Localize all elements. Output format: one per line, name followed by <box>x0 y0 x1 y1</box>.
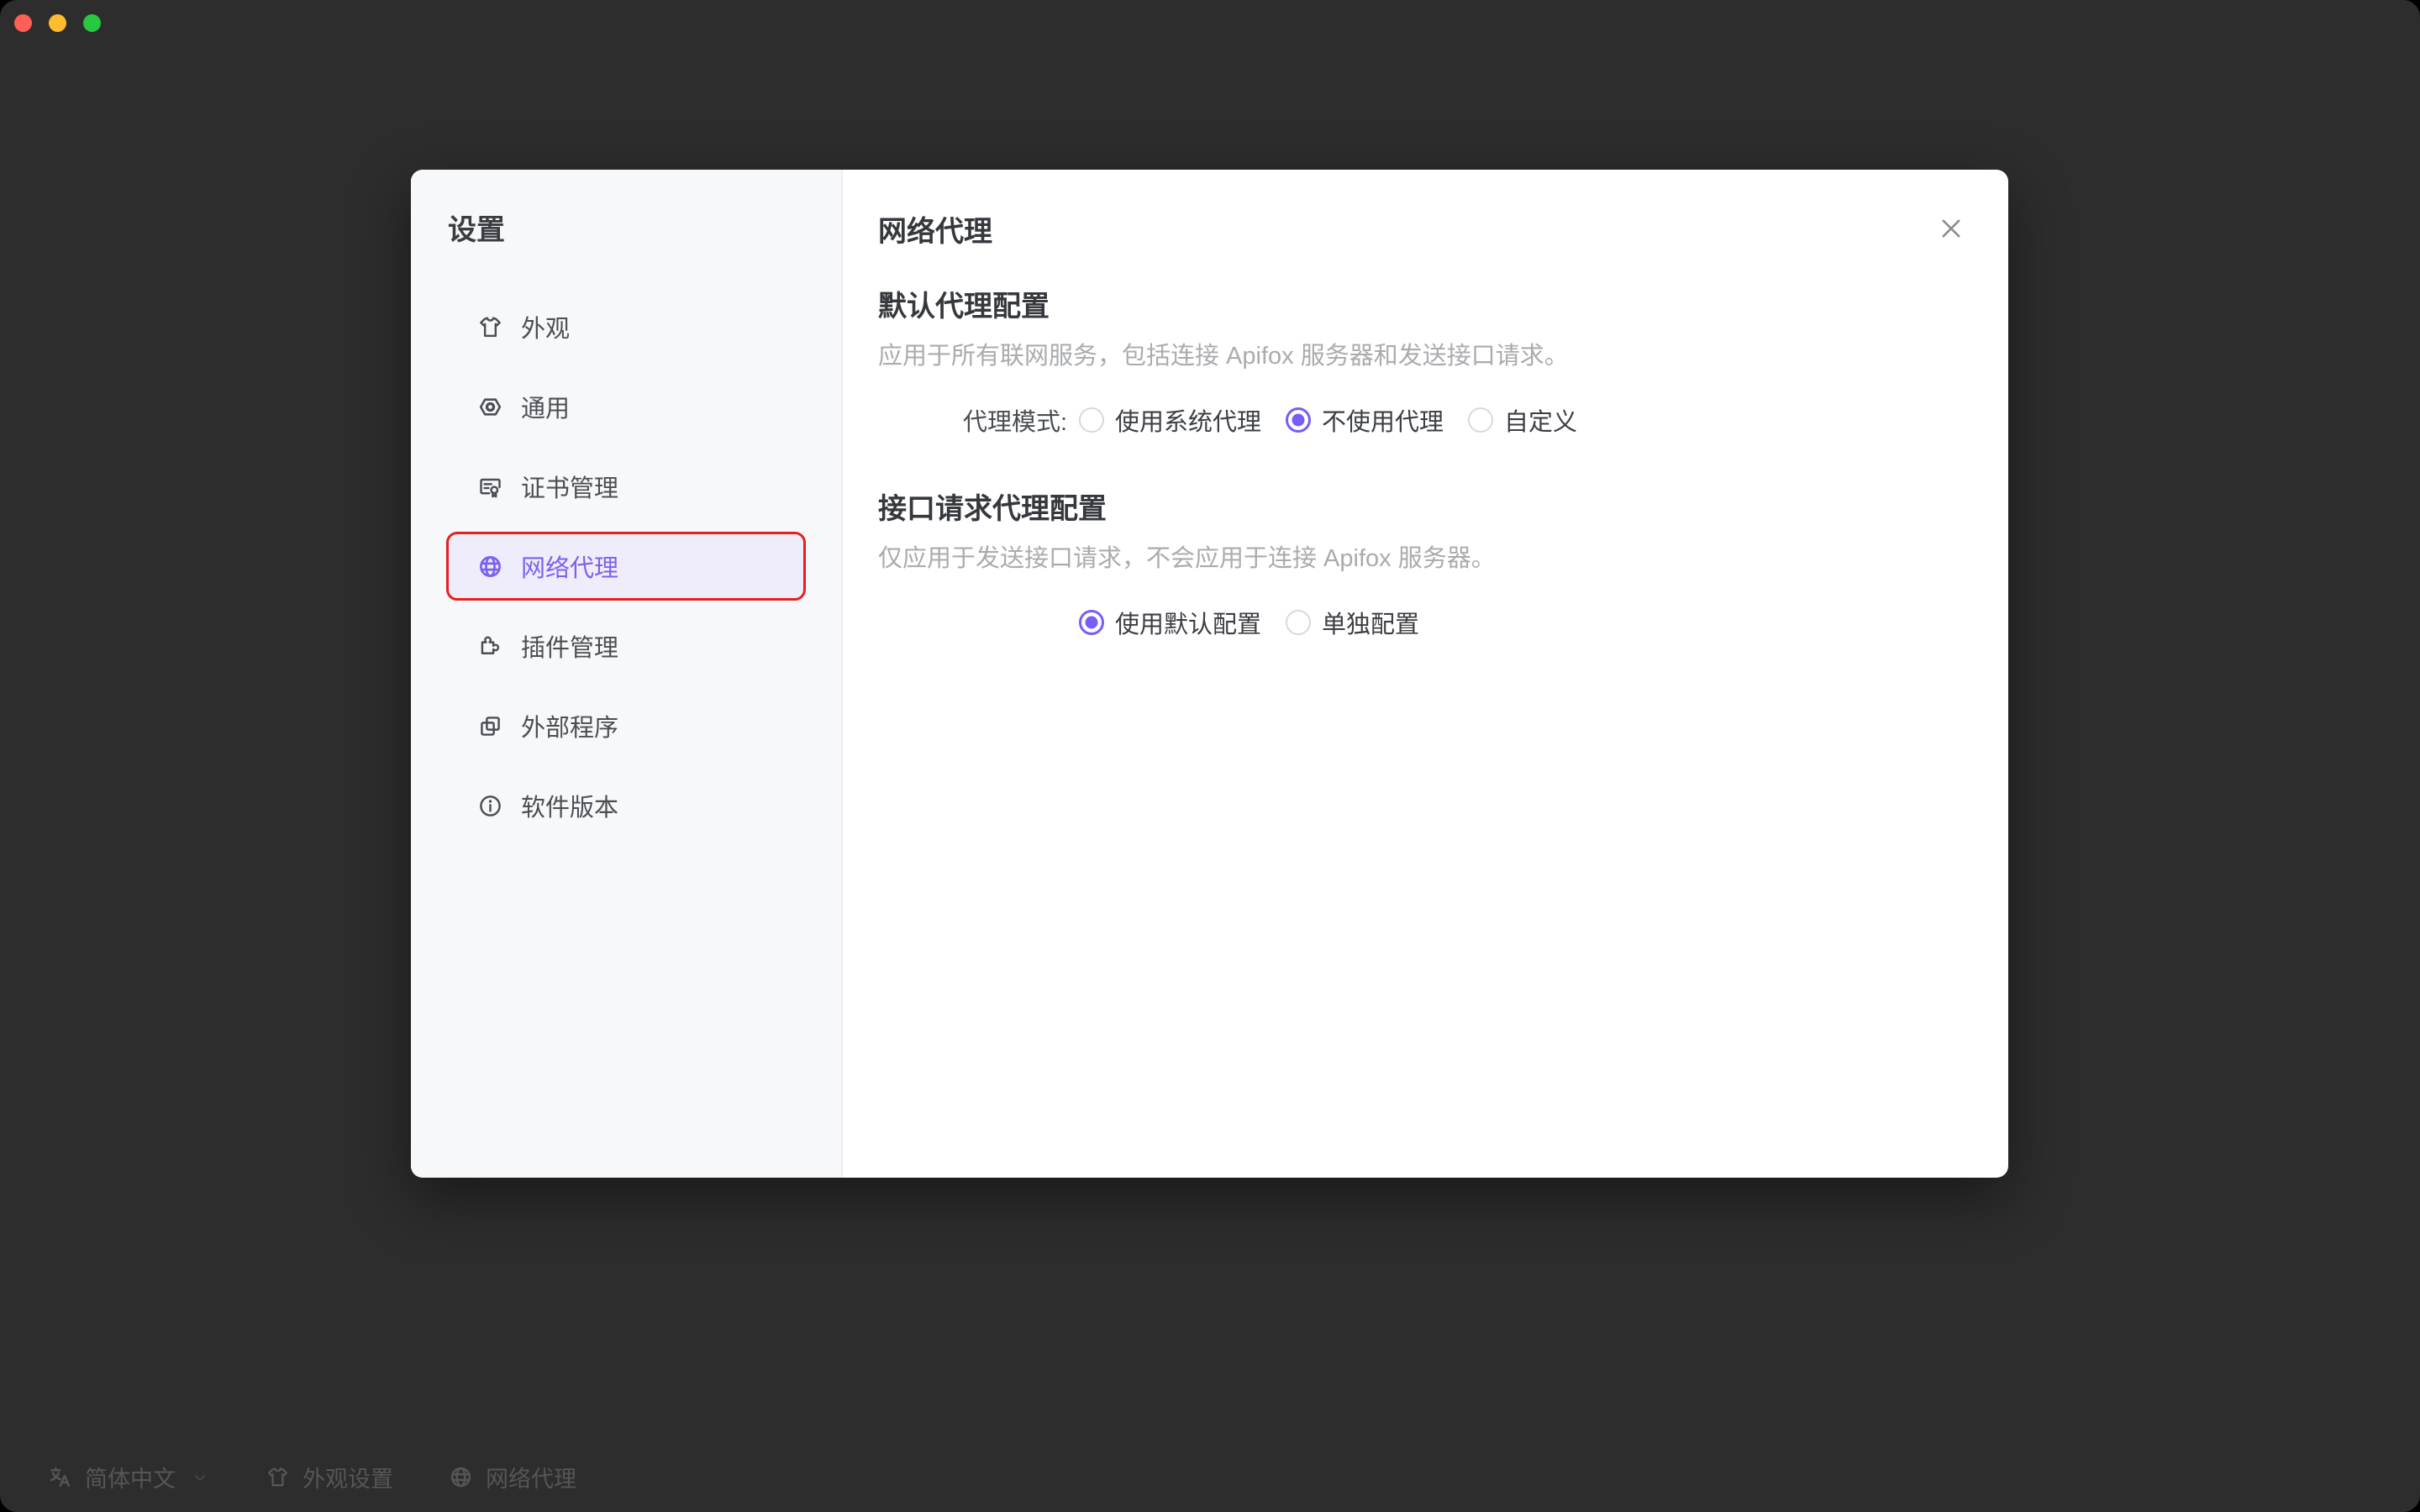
certificate-icon <box>477 474 503 500</box>
section-title: 接口请求代理配置 <box>878 486 1968 527</box>
info-circle-icon <box>477 793 503 819</box>
request-proxy-section: 接口请求代理配置 仅应用于发送接口请求，不会应用于连接 Apifox 服务器。 … <box>878 486 1968 641</box>
translate-icon <box>48 1465 72 1489</box>
sidebar-item-general[interactable]: 通用 <box>449 375 803 438</box>
globe-icon <box>477 554 503 580</box>
settings-dialog: 设置 外观 通用 证书管理 网络代理 <box>411 170 2008 1178</box>
close-dialog-button[interactable] <box>1934 212 1968 245</box>
puzzle-icon <box>477 633 503 659</box>
settings-title: 设置 <box>448 207 803 248</box>
tshirt-icon <box>477 314 503 340</box>
radio-custom-proxy[interactable]: 自定义 <box>1468 402 1577 438</box>
overlap-squares-icon <box>477 713 503 739</box>
section-description: 仅应用于发送接口请求，不会应用于连接 Apifox 服务器。 <box>878 542 1968 575</box>
window-controls <box>14 14 101 32</box>
radio-use-default-config[interactable]: 使用默认配置 <box>1079 605 1261 640</box>
section-description: 应用于所有联网服务，包括连接 Apifox 服务器和发送接口请求。 <box>878 339 1968 373</box>
radio-icon <box>1286 610 1311 635</box>
sidebar-item-label: 外部程序 <box>521 708 618 743</box>
sidebar-item-software-version[interactable]: 软件版本 <box>449 774 803 837</box>
sidebar-item-label: 证书管理 <box>521 469 618 504</box>
sidebar-item-label: 网络代理 <box>521 549 618 584</box>
sidebar-item-label: 软件版本 <box>521 788 618 823</box>
page-title: 网络代理 <box>878 205 1968 249</box>
settings-sidebar: 设置 外观 通用 证书管理 网络代理 <box>411 170 843 1178</box>
nut-icon <box>477 394 503 420</box>
sidebar-item-network-proxy[interactable]: 网络代理 <box>449 534 803 598</box>
footer-language-label: 简体中文 <box>85 1461 176 1494</box>
sidebar-item-label: 插件管理 <box>521 628 618 664</box>
proxy-mode-label: 代理模式: <box>878 402 1067 438</box>
sidebar-item-plugins[interactable]: 插件管理 <box>449 614 803 678</box>
footer-network-proxy[interactable]: 网络代理 <box>449 1461 576 1494</box>
radio-icon <box>1286 407 1311 433</box>
sidebar-item-label: 外观 <box>521 309 570 344</box>
sidebar-item-certificates[interactable]: 证书管理 <box>449 454 803 518</box>
sidebar-item-label: 通用 <box>521 389 570 424</box>
radio-separate-config[interactable]: 单独配置 <box>1286 605 1419 640</box>
close-icon <box>1937 214 1965 243</box>
footer-quickbar: 简体中文 外观设置 网络代理 <box>48 1461 576 1494</box>
footer-appearance-settings[interactable]: 外观设置 <box>266 1461 393 1494</box>
radio-icon <box>1468 407 1493 433</box>
app-window: 设置 外观 通用 证书管理 网络代理 <box>0 0 2420 1512</box>
settings-content: 网络代理 默认代理配置 应用于所有联网服务，包括连接 Apifox 服务器和发送… <box>843 170 2008 1178</box>
radio-use-system-proxy[interactable]: 使用系统代理 <box>1079 402 1261 438</box>
sidebar-item-appearance[interactable]: 外观 <box>449 295 803 359</box>
proxy-mode-radio-group: 使用系统代理 不使用代理 自定义 <box>1079 402 1577 438</box>
chevron-down-icon <box>190 1467 210 1488</box>
proxy-mode-row: 代理模式: 使用系统代理 不使用代理 自定义 <box>878 402 1968 438</box>
section-title: 默认代理配置 <box>878 283 1968 324</box>
radio-icon <box>1079 407 1104 433</box>
minimize-window-button[interactable] <box>49 14 66 32</box>
tshirt-icon <box>266 1465 290 1489</box>
request-proxy-radio-group: 使用默认配置 单独配置 <box>1079 605 1419 640</box>
zoom-window-button[interactable] <box>83 14 101 32</box>
globe-icon <box>449 1465 473 1489</box>
close-window-button[interactable] <box>14 14 32 32</box>
default-proxy-section: 默认代理配置 应用于所有联网服务，包括连接 Apifox 服务器和发送接口请求。… <box>878 283 1968 438</box>
footer-language-selector[interactable]: 简体中文 <box>48 1461 210 1494</box>
radio-icon <box>1079 610 1104 635</box>
radio-no-proxy[interactable]: 不使用代理 <box>1286 402 1444 438</box>
footer-appearance-label: 外观设置 <box>302 1461 393 1494</box>
footer-proxy-label: 网络代理 <box>486 1461 576 1494</box>
request-proxy-row: 使用默认配置 单独配置 <box>878 604 1968 641</box>
sidebar-item-external-programs[interactable]: 外部程序 <box>449 694 803 758</box>
settings-nav: 外观 通用 证书管理 网络代理 插件管理 <box>449 295 803 837</box>
